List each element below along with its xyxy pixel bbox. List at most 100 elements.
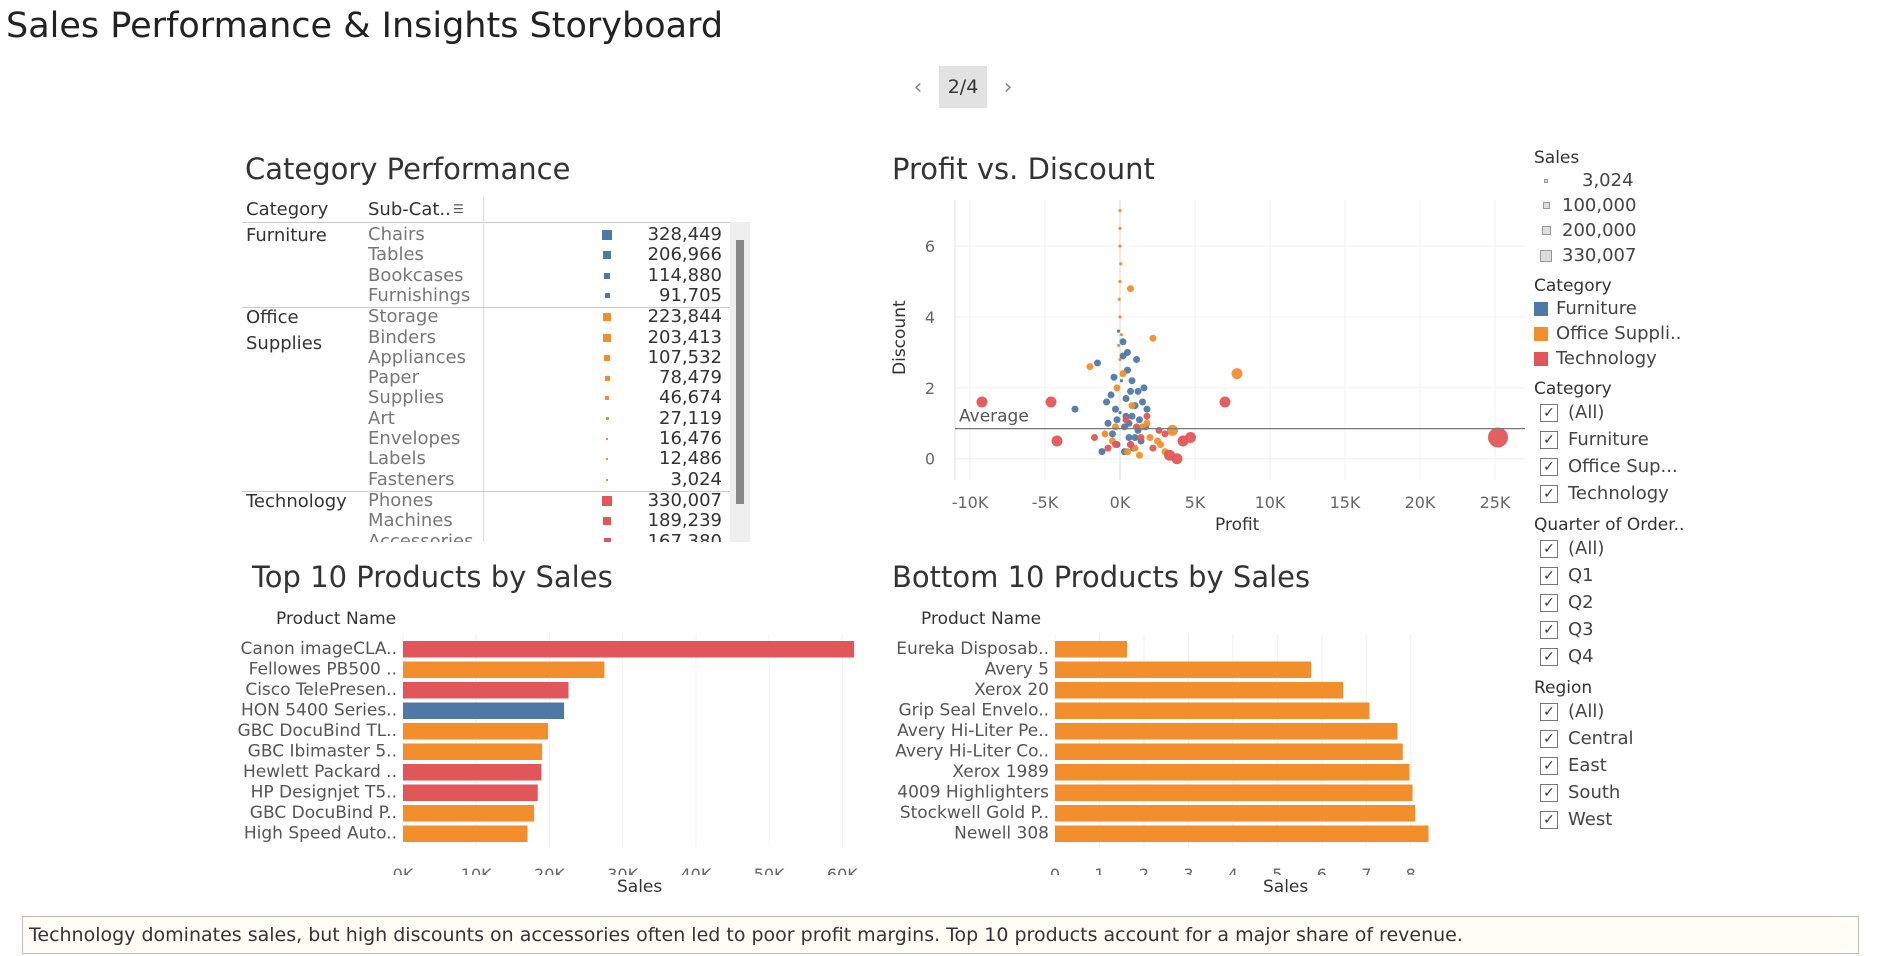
sales-square-mark[interactable] (606, 478, 608, 481)
product-name-label[interactable]: 4009 Highlighters (897, 783, 1049, 803)
product-name-label[interactable]: HP Designjet T5.. (251, 783, 397, 803)
subcategory-label[interactable]: Chairs (368, 225, 425, 245)
sales-square-mark[interactable] (603, 517, 611, 526)
scatter-point[interactable] (1051, 435, 1063, 447)
chevron-left-icon[interactable]: ‹ (905, 66, 931, 108)
scatter-point[interactable] (1118, 226, 1122, 230)
sales-square-mark[interactable] (606, 438, 608, 440)
filter-option[interactable]: ✓ (All) (1540, 535, 1714, 562)
subcategory-label[interactable]: Paper (368, 368, 419, 388)
scatter-point[interactable] (1171, 453, 1183, 465)
scatter-point[interactable] (1119, 370, 1127, 378)
scatter-point[interactable] (1118, 244, 1122, 248)
scatter-point[interactable] (1133, 355, 1140, 363)
product-name-label[interactable]: Cisco TelePresen.. (245, 680, 397, 700)
scatter-point[interactable] (1119, 333, 1124, 337)
category-color-legend-item[interactable]: Furniture (1534, 296, 1714, 321)
subcategory-label[interactable]: Phones (368, 490, 433, 511)
sales-bar[interactable] (1055, 723, 1398, 740)
scatter-point[interactable] (1110, 373, 1118, 381)
scatter-point[interactable] (1136, 451, 1143, 459)
product-name-label[interactable]: Grip Seal Envelo.. (898, 701, 1049, 721)
scatter-point[interactable] (1149, 444, 1157, 452)
sales-square-mark[interactable] (605, 417, 609, 421)
product-name-label[interactable]: Canon imageCLA.. (241, 639, 397, 659)
scatter-point[interactable] (1124, 448, 1131, 456)
product-name-label[interactable]: GBC DocuBind TL.. (238, 721, 397, 741)
sales-bar[interactable] (403, 682, 569, 699)
scatter-point[interactable] (1131, 433, 1139, 441)
subcategory-label[interactable]: Machines (368, 511, 453, 531)
filter-option[interactable]: ✓ (All) (1540, 698, 1714, 725)
scatter-point[interactable] (1086, 363, 1094, 371)
sales-square-mark[interactable] (603, 538, 611, 542)
subcategory-label[interactable]: Supplies (368, 388, 444, 408)
sales-bar[interactable] (403, 641, 855, 658)
sales-bar[interactable] (1055, 825, 1429, 843)
sales-bar[interactable] (1055, 661, 1312, 679)
subcategory-label[interactable]: Bookcases (368, 265, 464, 286)
product-name-label[interactable]: GBC Ibimaster 5.. (248, 742, 397, 762)
scatter-point[interactable] (1128, 402, 1136, 410)
filter-option[interactable]: ✓ East (1540, 752, 1714, 779)
subcategory-label[interactable]: Furnishings (368, 285, 470, 306)
scatter-point[interactable] (1112, 441, 1119, 449)
scatter-point[interactable] (1107, 391, 1115, 399)
filter-option[interactable]: ✓ Q3 (1540, 616, 1714, 643)
scatter-point[interactable] (1101, 430, 1109, 438)
sales-square-mark[interactable] (602, 230, 612, 240)
sales-bar[interactable] (1055, 805, 1416, 822)
scatter-point[interactable] (1161, 430, 1169, 438)
scatter-point[interactable] (1167, 424, 1178, 436)
filter-option[interactable]: ✓ Q1 (1540, 562, 1714, 589)
product-name-label[interactable]: Fellowes PB500 .. (249, 660, 397, 680)
sales-bar[interactable] (403, 784, 538, 802)
sales-size-legend-item[interactable]: 330,007 (1534, 243, 1714, 268)
scatter-point[interactable] (1118, 315, 1122, 319)
checkbox-checked-icon[interactable]: ✓ (1540, 783, 1558, 802)
subcategory-label[interactable]: Tables (368, 245, 424, 265)
scatter-point[interactable] (1149, 334, 1157, 342)
checkbox-checked-icon[interactable]: ✓ (1540, 647, 1558, 666)
scatter-point[interactable] (1143, 405, 1151, 413)
product-name-label[interactable]: Newell 308 (954, 824, 1049, 844)
subcategory-column-header[interactable]: Sub-Cat.. (368, 199, 451, 220)
category-color-legend-item[interactable]: Technology (1534, 346, 1714, 371)
subcategory-label[interactable]: Binders (368, 327, 436, 348)
product-name-label[interactable]: Xerox 1989 (952, 762, 1049, 782)
scatter-point[interactable] (1117, 297, 1121, 301)
sales-size-legend-item[interactable]: 3,024 (1534, 168, 1714, 193)
product-name-label[interactable]: Eureka Disposab.. (896, 639, 1049, 659)
scatter-point[interactable] (1109, 430, 1116, 438)
sales-size-legend-item[interactable]: 100,000 (1534, 193, 1714, 218)
checkbox-checked-icon[interactable]: ✓ (1540, 484, 1558, 503)
sales-square-mark[interactable] (603, 333, 611, 342)
subcategory-label[interactable]: Art (368, 408, 395, 429)
scatter-point[interactable] (1125, 433, 1133, 441)
scatter-point[interactable] (1231, 368, 1243, 380)
scatter-point[interactable] (1124, 348, 1131, 356)
sales-bar[interactable] (403, 661, 605, 679)
scatter-point[interactable] (1118, 357, 1122, 362)
sales-square-mark[interactable] (604, 354, 610, 361)
sales-square-mark[interactable] (606, 458, 608, 461)
scatter-point[interactable] (1127, 387, 1134, 395)
subcategory-label[interactable]: Accessories (368, 531, 474, 542)
checkbox-checked-icon[interactable]: ✓ (1540, 566, 1558, 585)
checkbox-checked-icon[interactable]: ✓ (1540, 403, 1558, 422)
subcategory-label[interactable]: Fasteners (368, 469, 455, 490)
checkbox-checked-icon[interactable]: ✓ (1540, 620, 1558, 639)
scatter-point[interactable] (1116, 343, 1121, 347)
product-name-label[interactable]: GBC DocuBind P.. (250, 803, 397, 823)
product-name-label[interactable]: HON 5400 Series.. (241, 701, 397, 721)
filter-option[interactable]: ✓ Central (1540, 725, 1714, 752)
scatter-point[interactable] (1134, 387, 1142, 395)
filter-option[interactable]: ✓ Technology (1540, 480, 1714, 507)
sales-square-mark[interactable] (604, 272, 610, 279)
checkbox-checked-icon[interactable]: ✓ (1540, 430, 1558, 449)
sales-bar[interactable] (1055, 682, 1344, 699)
chevron-right-icon[interactable]: › (995, 66, 1021, 108)
sales-square-mark[interactable] (602, 495, 612, 506)
sales-bar[interactable] (403, 764, 542, 781)
sales-bar[interactable] (403, 723, 548, 740)
